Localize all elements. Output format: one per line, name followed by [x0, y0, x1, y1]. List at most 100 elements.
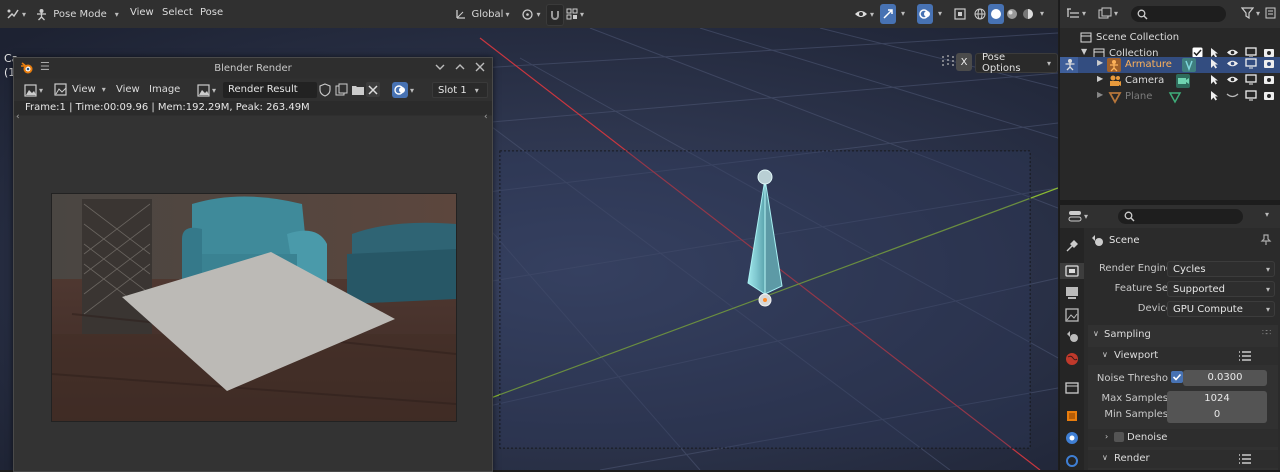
- render-window[interactable]: ☰ Blender Render ▾ View ▾ View Image ▾ Re…: [13, 57, 493, 472]
- shading-material[interactable]: [1004, 4, 1020, 24]
- outliner-row-camera[interactable]: ▶ Camera: [1060, 73, 1280, 89]
- expand-arrow-icon[interactable]: ›: [1105, 432, 1108, 441]
- eye-icon[interactable]: [1226, 74, 1239, 85]
- xray-toggle[interactable]: [952, 4, 968, 24]
- render-slot-select[interactable]: Slot 1 ▾: [432, 82, 488, 98]
- pin-icon[interactable]: [1260, 234, 1272, 246]
- view-mode-select[interactable]: View ▾: [72, 84, 106, 95]
- collapse-arrow-icon[interactable]: ∨: [1093, 329, 1099, 338]
- overlay-dropdown[interactable]: ▾: [936, 8, 942, 19]
- new-collection-icon[interactable]: [1265, 6, 1277, 20]
- render-tab-icon[interactable]: [1060, 263, 1084, 279]
- properties-editor-type[interactable]: ▾: [1068, 210, 1088, 222]
- outliner[interactable]: ▾ ▾ ▾ Scene Collection ▼ Collection ▶ Ar…: [1059, 0, 1280, 200]
- shading-rendered[interactable]: [1020, 4, 1036, 24]
- physics-tab-icon[interactable]: [1064, 430, 1080, 446]
- overlay-toggle[interactable]: [917, 4, 933, 24]
- display-mode-select[interactable]: ▾: [1098, 7, 1118, 20]
- window-maximize-icon[interactable]: [454, 61, 466, 73]
- pivot-point-select[interactable]: ▾: [518, 4, 544, 24]
- menu-view-image[interactable]: View: [116, 84, 140, 95]
- pose-options-dropdown[interactable]: Pose Options ▾: [975, 52, 1058, 74]
- presets-list-icon[interactable]: [1238, 349, 1252, 363]
- x-mirror-toggle[interactable]: X: [956, 53, 972, 71]
- collapse-arrow-icon[interactable]: ∨: [1102, 350, 1108, 359]
- outliner-row-plane[interactable]: ▶ Plane: [1060, 89, 1280, 105]
- feature-set-select[interactable]: Supported ▾: [1167, 281, 1275, 297]
- open-folder-icon[interactable]: [351, 83, 365, 96]
- monitor-icon[interactable]: [1245, 90, 1257, 101]
- world-tab-icon[interactable]: [1064, 351, 1080, 367]
- presets-list-icon[interactable]: [1238, 452, 1252, 466]
- left-region-toggle-icon[interactable]: ‹: [16, 112, 20, 122]
- expand-arrow-icon[interactable]: ▶: [1097, 74, 1103, 83]
- camera-render-icon[interactable]: [1263, 58, 1275, 69]
- outliner-search-input[interactable]: [1131, 6, 1226, 22]
- noise-threshold-checkbox[interactable]: [1171, 371, 1183, 383]
- properties-editor[interactable]: ▾ ▾ Scene Render Engine Cycles ▾ Feature…: [1059, 205, 1280, 470]
- device-select[interactable]: GPU Compute ▾: [1167, 301, 1275, 317]
- eye-icon[interactable]: [1226, 58, 1239, 69]
- viewport-subpanel-header[interactable]: ∨ Viewport: [1088, 347, 1278, 365]
- expand-arrow-icon[interactable]: ▼: [1081, 47, 1087, 56]
- max-samples-field[interactable]: 1024: [1167, 391, 1267, 407]
- shading-wireframe[interactable]: [972, 4, 988, 24]
- monitor-icon[interactable]: [1245, 58, 1257, 69]
- filter-dropdown[interactable]: ▾: [1241, 7, 1260, 19]
- mirror-icon[interactable]: [941, 53, 955, 69]
- collapse-arrow-icon[interactable]: ∨: [1102, 453, 1108, 462]
- menu-image[interactable]: Image: [149, 84, 180, 95]
- expand-arrow-icon[interactable]: ▶: [1097, 90, 1103, 99]
- monitor-icon[interactable]: [1245, 74, 1257, 85]
- transform-orientation-select[interactable]: Global ▾: [450, 4, 514, 24]
- select-arrow-icon[interactable]: [1209, 90, 1220, 101]
- outliner-row-armature[interactable]: ▶ Armature: [1060, 57, 1280, 73]
- window-close-icon[interactable]: [474, 61, 486, 73]
- constraints-tab-icon[interactable]: [1064, 452, 1080, 468]
- mode-select[interactable]: Pose Mode ▾: [33, 4, 121, 24]
- gizmo-toggle[interactable]: [880, 4, 896, 24]
- collection-tab-icon[interactable]: [1064, 380, 1080, 396]
- display-channels-select[interactable]: ▾: [392, 82, 422, 98]
- scene-tab-icon[interactable]: [1064, 329, 1080, 345]
- render-subpanel-header[interactable]: ∨ Render: [1088, 450, 1278, 468]
- denoise-subpanel-header[interactable]: › Denoise: [1088, 429, 1278, 447]
- snap-toggle[interactable]: [546, 4, 564, 26]
- shading-dropdown[interactable]: ▾: [1038, 8, 1044, 19]
- visibility-select[interactable]: ▾: [851, 4, 877, 24]
- right-region-toggle-icon[interactable]: ‹: [484, 112, 488, 122]
- outliner-editor-type[interactable]: ▾: [1066, 7, 1086, 20]
- object-tab-icon[interactable]: [1064, 408, 1080, 424]
- snap-target-select[interactable]: ▾: [563, 4, 587, 24]
- duplicate-image-icon[interactable]: [335, 83, 348, 96]
- image-editor-type-button[interactable]: ▾: [24, 82, 50, 98]
- menu-select[interactable]: Select: [162, 7, 193, 18]
- browse-image-button[interactable]: ▾: [197, 82, 223, 98]
- sampling-panel-title[interactable]: Sampling: [1104, 329, 1151, 340]
- camera-render-icon[interactable]: [1263, 74, 1275, 85]
- camera-render-icon[interactable]: [1263, 90, 1275, 101]
- select-arrow-icon[interactable]: [1209, 58, 1220, 69]
- render-result-field[interactable]: Render Result: [223, 82, 317, 98]
- window-minimize-icon[interactable]: [434, 61, 446, 73]
- menu-view[interactable]: View: [130, 7, 154, 18]
- select-arrow-icon[interactable]: [1209, 74, 1220, 85]
- outliner-row-scene-collection[interactable]: Scene Collection: [1060, 30, 1280, 46]
- options-dropdown[interactable]: ▾: [1265, 210, 1269, 219]
- drag-handle-icon[interactable]: ∷∷: [1262, 328, 1271, 337]
- view-layer-tab-icon[interactable]: [1064, 307, 1080, 323]
- render-engine-select[interactable]: Cycles ▾: [1167, 261, 1275, 277]
- noise-threshold-field[interactable]: 0.0300: [1183, 370, 1267, 386]
- min-samples-field[interactable]: 0: [1167, 407, 1267, 423]
- expand-arrow-icon[interactable]: ▶: [1097, 58, 1103, 67]
- output-tab-icon[interactable]: [1064, 285, 1080, 301]
- shading-solid[interactable]: [988, 4, 1004, 24]
- eye-closed-icon[interactable]: [1226, 90, 1239, 101]
- menu-pose[interactable]: Pose: [200, 7, 223, 18]
- tool-tab-icon[interactable]: [1064, 238, 1080, 254]
- denoise-checkbox[interactable]: [1114, 432, 1124, 442]
- render-window-titlebar[interactable]: ☰ Blender Render: [14, 58, 492, 78]
- fake-user-icon[interactable]: [319, 83, 331, 97]
- properties-search-input[interactable]: [1118, 209, 1243, 224]
- editor-type-button[interactable]: ▾: [4, 4, 28, 24]
